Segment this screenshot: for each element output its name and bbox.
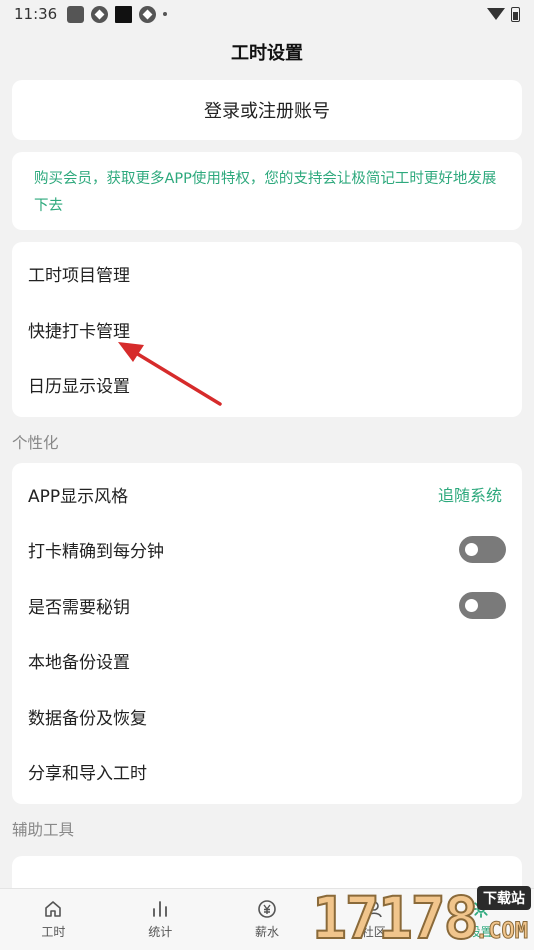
nav-tab-statistics[interactable]: 统计	[107, 889, 214, 950]
shutter-notification-icon	[91, 5, 109, 23]
status-time: 11:36	[14, 5, 58, 23]
menu-item-label: 工时项目管理	[28, 266, 130, 287]
section-title-personalization: 个性化	[12, 433, 59, 452]
menu-item-calendar-display[interactable]: 日历显示设置	[12, 357, 522, 413]
shutter-notification-icon-2	[139, 5, 157, 23]
toggle-knob	[465, 598, 478, 612]
nav-tab-label: 薪水	[254, 925, 279, 939]
home-icon	[43, 899, 63, 919]
battery-icon	[511, 6, 520, 22]
nav-tab-label: 统计	[148, 925, 173, 939]
app-style-setting[interactable]: APP显示风格 追随系统	[12, 467, 522, 523]
local-backup-label: 本地备份设置	[28, 653, 130, 674]
black-square-notification-icon	[115, 5, 133, 23]
page-title: 工时设置	[231, 43, 303, 64]
more-notifications-dot-icon	[163, 12, 168, 16]
local-backup-setting[interactable]: 本地备份设置	[12, 633, 522, 689]
notification-icons	[67, 5, 168, 23]
require-password-setting: 是否需要秘钥	[12, 578, 522, 634]
precise-punch-toggle[interactable]	[459, 536, 506, 564]
login-register-button[interactable]: 登录或注册账号	[12, 80, 522, 140]
app-notification-icon	[67, 5, 85, 23]
app-style-label: APP显示风格	[28, 486, 129, 507]
watermark-digits: 17178	[311, 884, 480, 950]
bar-chart-icon	[150, 899, 170, 919]
backup-restore-setting[interactable]: 数据备份及恢复	[12, 689, 522, 745]
vip-promo-text: 购买会员，获取更多APP使用特权，您的支持会让极简记工时更好地发展下去	[34, 171, 497, 214]
precise-punch-setting: 打卡精确到每分钟	[12, 522, 522, 578]
require-password-toggle[interactable]	[459, 591, 506, 619]
main-settings-card: 工时项目管理 快捷打卡管理 日历显示设置	[12, 242, 522, 417]
toggle-knob	[465, 543, 478, 557]
require-password-label: 是否需要秘钥	[28, 597, 130, 618]
precise-punch-label: 打卡精确到每分钟	[28, 542, 164, 563]
yen-coin-icon	[257, 899, 277, 919]
wifi-icon	[487, 8, 505, 20]
watermark-domain: .COM	[475, 919, 529, 945]
app-style-value: 追随系统	[437, 486, 502, 506]
share-import-setting[interactable]: 分享和导入工时	[12, 744, 522, 800]
menu-item-quick-punch-management[interactable]: 快捷打卡管理	[12, 302, 522, 358]
section-title-tools: 辅助工具	[12, 820, 75, 839]
menu-item-label: 快捷打卡管理	[28, 321, 130, 342]
menu-item-label: 日历显示设置	[28, 377, 130, 398]
backup-restore-label: 数据备份及恢复	[28, 708, 147, 729]
share-import-label: 分享和导入工时	[28, 764, 147, 785]
status-bar: 11:36	[0, 0, 534, 28]
site-watermark: 17178 下载站 .COM	[304, 882, 534, 950]
nav-tab-worktime[interactable]: 工时	[0, 889, 107, 950]
personalization-card: APP显示风格 追随系统 打卡精确到每分钟 是否需要秘钥 本地备份设置 数据备份…	[12, 462, 522, 804]
nav-tab-label: 工时	[41, 925, 66, 939]
watermark-badge: 下载站	[477, 886, 531, 910]
login-register-label: 登录或注册账号	[204, 101, 330, 122]
menu-item-project-management[interactable]: 工时项目管理	[12, 246, 522, 302]
vip-promo-banner[interactable]: 购买会员，获取更多APP使用特权，您的支持会让极简记工时更好地发展下去	[12, 152, 522, 230]
